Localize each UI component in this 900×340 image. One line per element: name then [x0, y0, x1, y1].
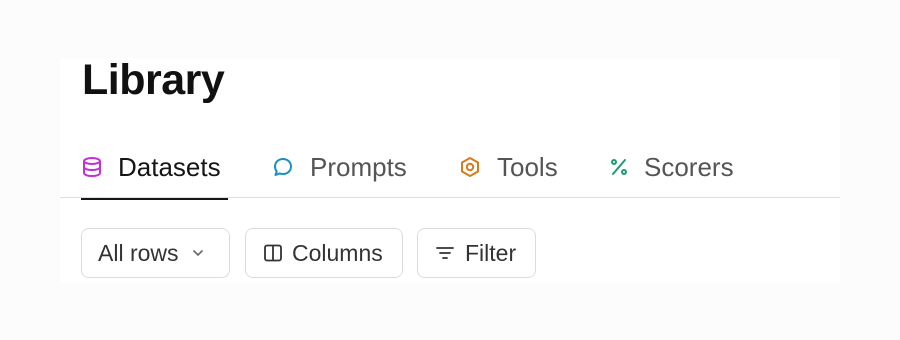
rows-select[interactable]: All rows — [81, 228, 230, 278]
tab-scorers-label: Scorers — [644, 152, 734, 182]
filter-button-label: Filter — [465, 240, 517, 266]
hexagon-icon — [459, 156, 481, 178]
message-icon — [272, 156, 294, 178]
tab-tools[interactable]: Tools — [459, 146, 564, 198]
tab-datasets[interactable]: Datasets — [81, 146, 228, 200]
percent-icon — [608, 156, 630, 178]
tab-prompts-label: Prompts — [310, 152, 407, 182]
tab-tools-label: Tools — [497, 152, 558, 182]
filter-button[interactable]: Filter — [417, 228, 536, 278]
page-title: Library — [82, 56, 225, 104]
tab-prompts[interactable]: Prompts — [272, 146, 417, 198]
columns-icon — [263, 243, 283, 263]
chevron-down-icon — [191, 246, 205, 260]
database-icon — [81, 156, 103, 178]
columns-button[interactable]: Columns — [245, 228, 403, 278]
rows-select-value: All rows — [98, 240, 179, 266]
tab-datasets-label: Datasets — [118, 152, 221, 182]
columns-button-label: Columns — [292, 240, 383, 266]
tab-scorers[interactable]: Scorers — [608, 146, 743, 198]
library-tabs: Datasets Prompts Tools Scorers — [60, 146, 840, 200]
filter-icon — [435, 243, 455, 263]
